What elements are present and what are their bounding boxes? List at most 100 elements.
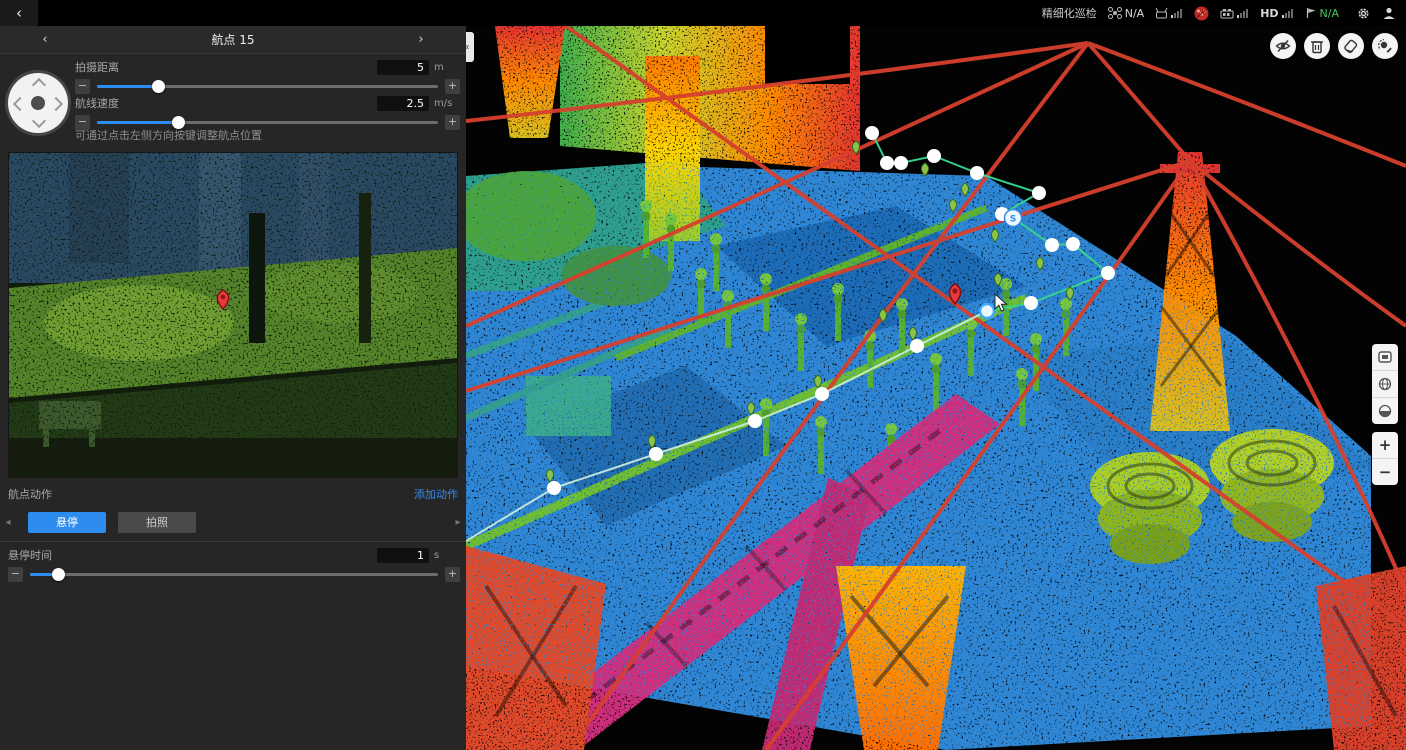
drone-status-value: N/A bbox=[1125, 7, 1144, 20]
gear-icon bbox=[1356, 6, 1371, 21]
section-divider bbox=[0, 541, 466, 542]
waypoint-edit-icon bbox=[1377, 38, 1393, 54]
profile-button[interactable] bbox=[1382, 6, 1396, 20]
alert-status bbox=[1194, 6, 1209, 21]
next-icon: › bbox=[418, 32, 423, 47]
battery-dock-icon bbox=[1220, 8, 1234, 19]
globe-icon bbox=[1378, 377, 1392, 391]
drone-icon bbox=[1108, 7, 1122, 19]
signal-bars-icon bbox=[1237, 8, 1249, 18]
zoom-in-label: + bbox=[1379, 438, 1392, 453]
speed-group: 航线速度 2.5 m/s − + bbox=[75, 95, 460, 131]
tilt-view-icon bbox=[1378, 404, 1392, 418]
shoot-distance-minus-button[interactable]: − bbox=[75, 79, 90, 94]
hover-time-unit: s bbox=[429, 550, 460, 561]
shoot-distance-label: 拍摄距离 bbox=[75, 59, 377, 75]
signal-bars-icon bbox=[1282, 8, 1294, 18]
rtk-status: N/A bbox=[1305, 7, 1339, 20]
delete-waypoint-button[interactable] bbox=[1304, 33, 1330, 59]
eraser-icon bbox=[1343, 38, 1359, 54]
globe-view-button[interactable] bbox=[1372, 370, 1398, 397]
back-icon: ‹ bbox=[16, 4, 22, 22]
status-cluster: 精细化巡检 N/A bbox=[1042, 5, 1406, 21]
map-view-button[interactable] bbox=[1372, 344, 1398, 370]
prev-icon: ‹ bbox=[42, 32, 47, 47]
zoom-box: + − bbox=[1372, 432, 1398, 485]
waypoint-header: ‹ 航点 15 › bbox=[0, 26, 466, 54]
remote-controller-icon bbox=[1155, 7, 1168, 19]
user-icon bbox=[1382, 6, 1396, 20]
alert-icon bbox=[1194, 6, 1209, 21]
drone-status: N/A bbox=[1108, 7, 1144, 20]
waypoint-panel: ‹ 航点 15 › 拍摄距离 5 m − + bbox=[0, 26, 466, 750]
dpad-down-icon[interactable] bbox=[32, 114, 46, 128]
panel-collapse-button[interactable]: « bbox=[466, 32, 474, 62]
battery-status bbox=[1220, 8, 1249, 19]
hd-transmission-status: HD bbox=[1260, 7, 1293, 20]
waypoint-title: 航点 15 bbox=[90, 31, 376, 48]
zoom-out-button[interactable]: − bbox=[1372, 458, 1398, 485]
rc-signal-status bbox=[1155, 7, 1183, 19]
shoot-distance-plus-button[interactable]: + bbox=[445, 79, 460, 94]
prev-waypoint-button[interactable]: ‹ bbox=[0, 32, 90, 47]
dpad-up-icon[interactable] bbox=[32, 78, 46, 92]
settings-button[interactable] bbox=[1356, 6, 1371, 21]
svg-text:S: S bbox=[1010, 214, 1016, 224]
waypoint-preview[interactable] bbox=[8, 152, 458, 478]
speed-plus-button[interactable]: + bbox=[445, 115, 460, 130]
shoot-distance-input[interactable]: 5 bbox=[377, 60, 429, 75]
rtk-status-value: N/A bbox=[1320, 7, 1339, 20]
toggle-visibility-button[interactable] bbox=[1270, 33, 1296, 59]
next-waypoint-button[interactable]: › bbox=[376, 32, 466, 47]
hover-time-input[interactable]: 1 bbox=[377, 548, 429, 563]
mission-mode-label: 精细化巡检 bbox=[1042, 5, 1097, 21]
eraser-button[interactable] bbox=[1338, 33, 1364, 59]
shoot-distance-unit: m bbox=[429, 62, 460, 73]
edit-waypoint-button[interactable] bbox=[1372, 33, 1398, 59]
speed-unit: m/s bbox=[429, 98, 460, 109]
viewport-toolbar bbox=[1270, 33, 1398, 59]
hd-label: HD bbox=[1260, 7, 1278, 20]
action-buttons-row: ◂ 悬停 拍照 ▸ bbox=[0, 510, 466, 534]
hover-time-plus-button[interactable]: + bbox=[445, 567, 460, 582]
shoot-distance-slider[interactable] bbox=[97, 85, 438, 88]
view-mode-box bbox=[1372, 344, 1398, 424]
actions-scroll-right[interactable]: ▸ bbox=[450, 517, 466, 528]
zoom-out-label: − bbox=[1379, 465, 1392, 480]
map-view-icon bbox=[1378, 351, 1392, 363]
app-window: ‹ 精细化巡检 N/A bbox=[0, 0, 1406, 750]
eye-off-icon bbox=[1275, 38, 1291, 54]
preview-point-cloud bbox=[9, 153, 457, 477]
tilt-view-button[interactable] bbox=[1372, 397, 1398, 424]
top-bar: ‹ 精细化巡检 N/A bbox=[0, 0, 1406, 26]
waypoint-dpad[interactable] bbox=[8, 73, 68, 133]
hover-time-slider[interactable] bbox=[30, 573, 438, 576]
back-button[interactable]: ‹ bbox=[0, 0, 38, 26]
hover-time-minus-button[interactable]: − bbox=[8, 567, 23, 582]
view-controls: + − bbox=[1372, 344, 1398, 485]
point-cloud-scene: S bbox=[466, 26, 1406, 750]
actions-label: 航点动作 bbox=[8, 486, 414, 502]
hover-action-button[interactable]: 悬停 bbox=[28, 512, 106, 533]
current-waypoint-dot[interactable] bbox=[980, 304, 994, 318]
photo-action-button[interactable]: 拍照 bbox=[118, 512, 196, 533]
actions-scroll-left[interactable]: ◂ bbox=[0, 517, 16, 528]
dpad-center-dot bbox=[31, 96, 45, 110]
signal-bars-icon bbox=[1171, 8, 1183, 18]
hover-time-label: 悬停时间 bbox=[8, 547, 377, 563]
zoom-in-button[interactable]: + bbox=[1372, 432, 1398, 458]
dpad-left-icon[interactable] bbox=[13, 97, 27, 111]
add-action-link[interactable]: 添加动作 bbox=[414, 486, 458, 502]
collapse-icon: « bbox=[466, 42, 470, 53]
speed-label: 航线速度 bbox=[75, 95, 377, 111]
trash-icon bbox=[1310, 39, 1324, 54]
point-cloud-viewport[interactable]: S « bbox=[466, 26, 1406, 750]
dpad-right-icon[interactable] bbox=[49, 97, 63, 111]
start-marker[interactable]: S bbox=[1005, 210, 1022, 227]
actions-section: 航点动作 添加动作 bbox=[8, 486, 458, 502]
rtk-flag-icon bbox=[1305, 7, 1317, 19]
hover-time-group: 悬停时间 1 s − + bbox=[8, 547, 460, 583]
speed-input[interactable]: 2.5 bbox=[377, 96, 429, 111]
dpad-hint-text: 可通过点击左侧方向按键调整航点位置 bbox=[75, 127, 262, 143]
speed-slider[interactable] bbox=[97, 121, 438, 124]
